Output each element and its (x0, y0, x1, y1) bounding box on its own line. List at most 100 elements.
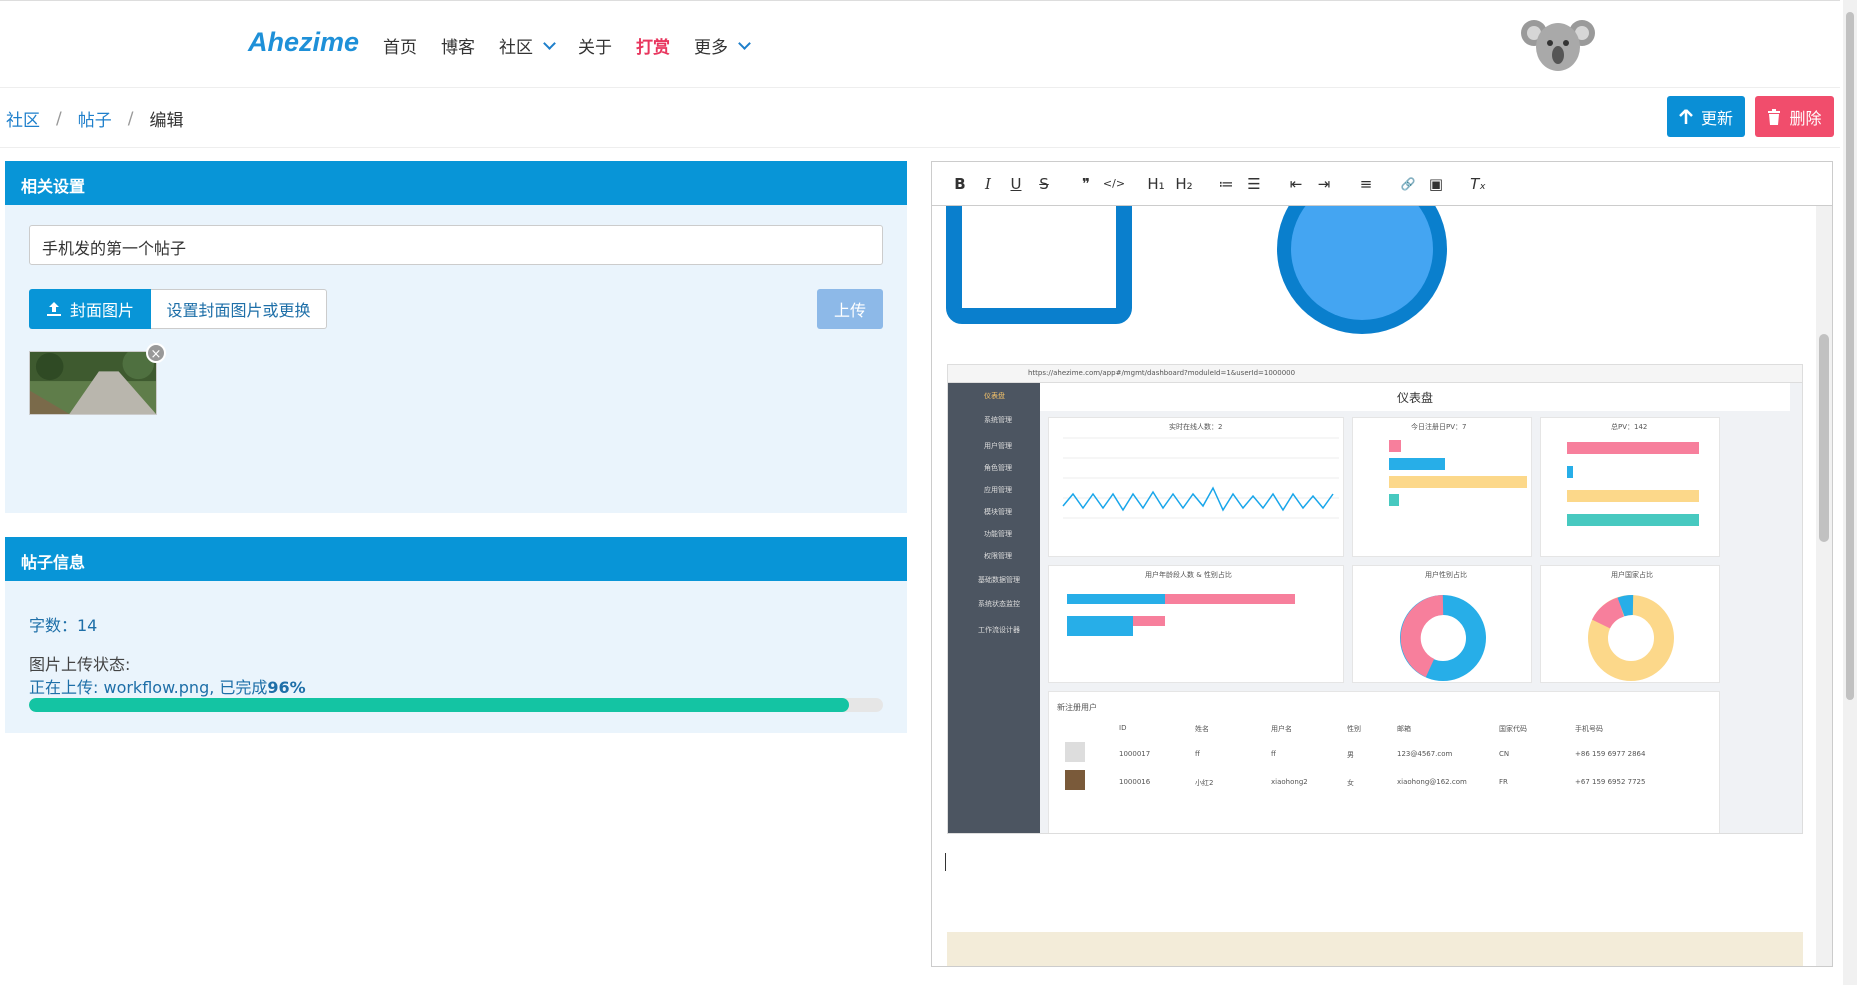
nav-reward[interactable]: 打赏 (636, 33, 670, 58)
embedded-td: 小红2 (1195, 779, 1214, 787)
embedded-th: 手机号码 (1575, 725, 1603, 733)
upload-icon (46, 302, 61, 316)
delete-label: 删除 (1789, 108, 1822, 128)
page: Ahezime 首页 博客 社区 关于 打赏 更多 社区 / 帖子 / 编辑 更… (0, 0, 1857, 985)
update-label: 更新 (1700, 108, 1733, 128)
breadcrumb-separator: / (56, 108, 62, 129)
embedded-sidebar-item: 权限管理 (984, 552, 1012, 560)
breadcrumb-community[interactable]: 社区 (6, 106, 40, 131)
embedded-td: FR (1499, 778, 1508, 786)
embedded-sidebar-item: 系统管理 (984, 416, 1012, 424)
nav-community-label: 社区 (499, 38, 533, 58)
embedded-row-thumb (1065, 770, 1085, 790)
nav-home[interactable]: 首页 (383, 33, 417, 58)
quote-button[interactable]: ❞ (1072, 172, 1100, 196)
upload-progress-bar (29, 698, 883, 712)
cover-image-label: 封面图片 (69, 301, 134, 320)
donut-chart-image (1588, 595, 1674, 681)
page-scrollbar[interactable] (1843, 0, 1857, 985)
code-button[interactable]: </> (1100, 172, 1128, 196)
arrow-up-icon (1679, 108, 1693, 124)
breadcrumb-bar: 社区 / 帖子 / 编辑 (0, 88, 1840, 148)
link-button[interactable]: 🔗 (1394, 172, 1422, 196)
embedded-title: 仪表盘 (1040, 383, 1790, 411)
embedded-card: 今日注册日PV：7 (1352, 417, 1532, 557)
embedded-table-card: 新注册用户 ID 姓名 用户名 性别 邮箱 国家代码 手机号码 1000017 … (1048, 691, 1720, 833)
cover-thumbnail (29, 351, 157, 415)
image-button[interactable]: ▣ (1422, 172, 1450, 196)
embedded-th: 性别 (1347, 725, 1361, 733)
cover-image-hint[interactable]: 设置封面图片或更换 (151, 289, 327, 329)
upload-status-text: 正在上传: workflow.png, 已完成96% (29, 674, 306, 698)
post-info-panel: 帖子信息 字数：14 图片上传状态: 正在上传: workflow.png, 已… (5, 537, 907, 733)
embedded-sidebar-item: 角色管理 (984, 464, 1012, 472)
editor-scrollbar[interactable] (1816, 206, 1832, 966)
embedded-card: 用户国家占比 (1540, 565, 1720, 683)
main-nav: 首页 博客 社区 关于 打赏 更多 (383, 33, 773, 58)
nav-blog[interactable]: 博客 (441, 33, 475, 58)
nav-more-label: 更多 (694, 38, 728, 58)
embedded-th: ID (1119, 724, 1127, 732)
chevron-down-icon (738, 36, 751, 50)
paper-texture-image (947, 932, 1803, 966)
word-count: 字数：14 (29, 616, 98, 635)
embedded-td: +86 159 6977 2864 (1575, 750, 1646, 758)
embedded-td: 男 (1347, 751, 1354, 759)
brand-logo[interactable]: Ahezime (248, 27, 359, 58)
embedded-th: 姓名 (1195, 725, 1209, 733)
embedded-th: 用户名 (1271, 725, 1292, 733)
stacked-bar-chart-image (1067, 594, 1295, 636)
indent-button[interactable]: ⇥ (1310, 172, 1338, 196)
embedded-row-thumb (1065, 742, 1085, 762)
underline-button[interactable]: U (1002, 172, 1030, 196)
editor-content[interactable]: https://ahezime.com/app#/mgmt/dashboard?… (932, 206, 1816, 966)
embedded-sidebar-item: 应用管理 (984, 486, 1012, 494)
embedded-url: https://ahezime.com/app#/mgmt/dashboard?… (948, 365, 1802, 383)
embedded-sidebar-item: 基础数据管理 (978, 576, 1020, 584)
breadcrumb-separator: / (127, 108, 134, 129)
embedded-sidebar-item: 工作流设计器 (978, 626, 1020, 634)
clear-format-button[interactable]: Tₓ (1464, 172, 1492, 196)
post-title-input[interactable]: 手机发的第一个帖子 (29, 225, 883, 265)
strike-button[interactable]: S (1030, 172, 1058, 196)
nav-community[interactable]: 社区 (499, 33, 556, 58)
editor-scrollbar-thumb[interactable] (1819, 334, 1829, 542)
embedded-card: 用户年龄段人数 & 性别占比 (1048, 565, 1344, 683)
rich-text-editor: B I U S ❞ </> H₁ H₂ ≔ ☰ ⇤ ⇥ ≡ 🔗 ▣ Tₓ htt… (931, 161, 1833, 967)
embedded-sidebar-item: 仪表盘 (984, 392, 1005, 400)
embedded-sidebar-item: 模块管理 (984, 508, 1012, 516)
bar-chart-image (1389, 440, 1527, 506)
italic-button[interactable]: I (974, 172, 1002, 196)
delete-button[interactable]: 删除 (1755, 96, 1834, 137)
embedded-td: xiaohong2 (1271, 778, 1308, 786)
donut-chart-image (1400, 595, 1486, 681)
embedded-td: xiaohong@162.com (1397, 778, 1467, 786)
bold-button[interactable]: B (946, 172, 974, 196)
settings-panel: 相关设置 手机发的第一个帖子 封面图片 设置封面图片或更换 上传 × (5, 161, 907, 513)
ordered-list-button[interactable]: ≔ (1212, 172, 1240, 196)
page-scrollbar-thumb[interactable] (1846, 12, 1854, 700)
cover-image-button[interactable]: 封面图片 (29, 289, 151, 329)
breadcrumb-posts[interactable]: 帖子 (78, 106, 112, 131)
settings-panel-title: 相关设置 (5, 161, 907, 205)
bullet-list-button[interactable]: ☰ (1240, 172, 1268, 196)
nav-about[interactable]: 关于 (578, 33, 612, 58)
line-chart-image (1062, 437, 1339, 519)
remove-thumbnail-button[interactable]: × (146, 343, 166, 363)
editor-toolbar: B I U S ❞ </> H₁ H₂ ≔ ☰ ⇤ ⇥ ≡ 🔗 ▣ Tₓ (932, 162, 1832, 206)
h2-button[interactable]: H₂ (1170, 172, 1198, 196)
upload-status-label: 图片上传状态: (29, 655, 131, 674)
outdent-button[interactable]: ⇤ (1282, 172, 1310, 196)
align-button[interactable]: ≡ (1352, 172, 1380, 196)
nav-more[interactable]: 更多 (694, 33, 751, 58)
embedded-td: CN (1499, 750, 1510, 758)
embedded-td: 1000016 (1119, 778, 1151, 786)
embedded-sidebar-item: 用户管理 (984, 442, 1012, 450)
dashboard-screenshot: https://ahezime.com/app#/mgmt/dashboard?… (947, 364, 1803, 834)
update-button[interactable]: 更新 (1667, 96, 1745, 137)
breadcrumb-current: 编辑 (149, 111, 184, 131)
upload-button[interactable]: 上传 (817, 289, 883, 329)
embedded-sidebar-item: 功能管理 (984, 530, 1012, 538)
h1-button[interactable]: H₁ (1142, 172, 1170, 196)
avatar[interactable] (1520, 13, 1596, 73)
